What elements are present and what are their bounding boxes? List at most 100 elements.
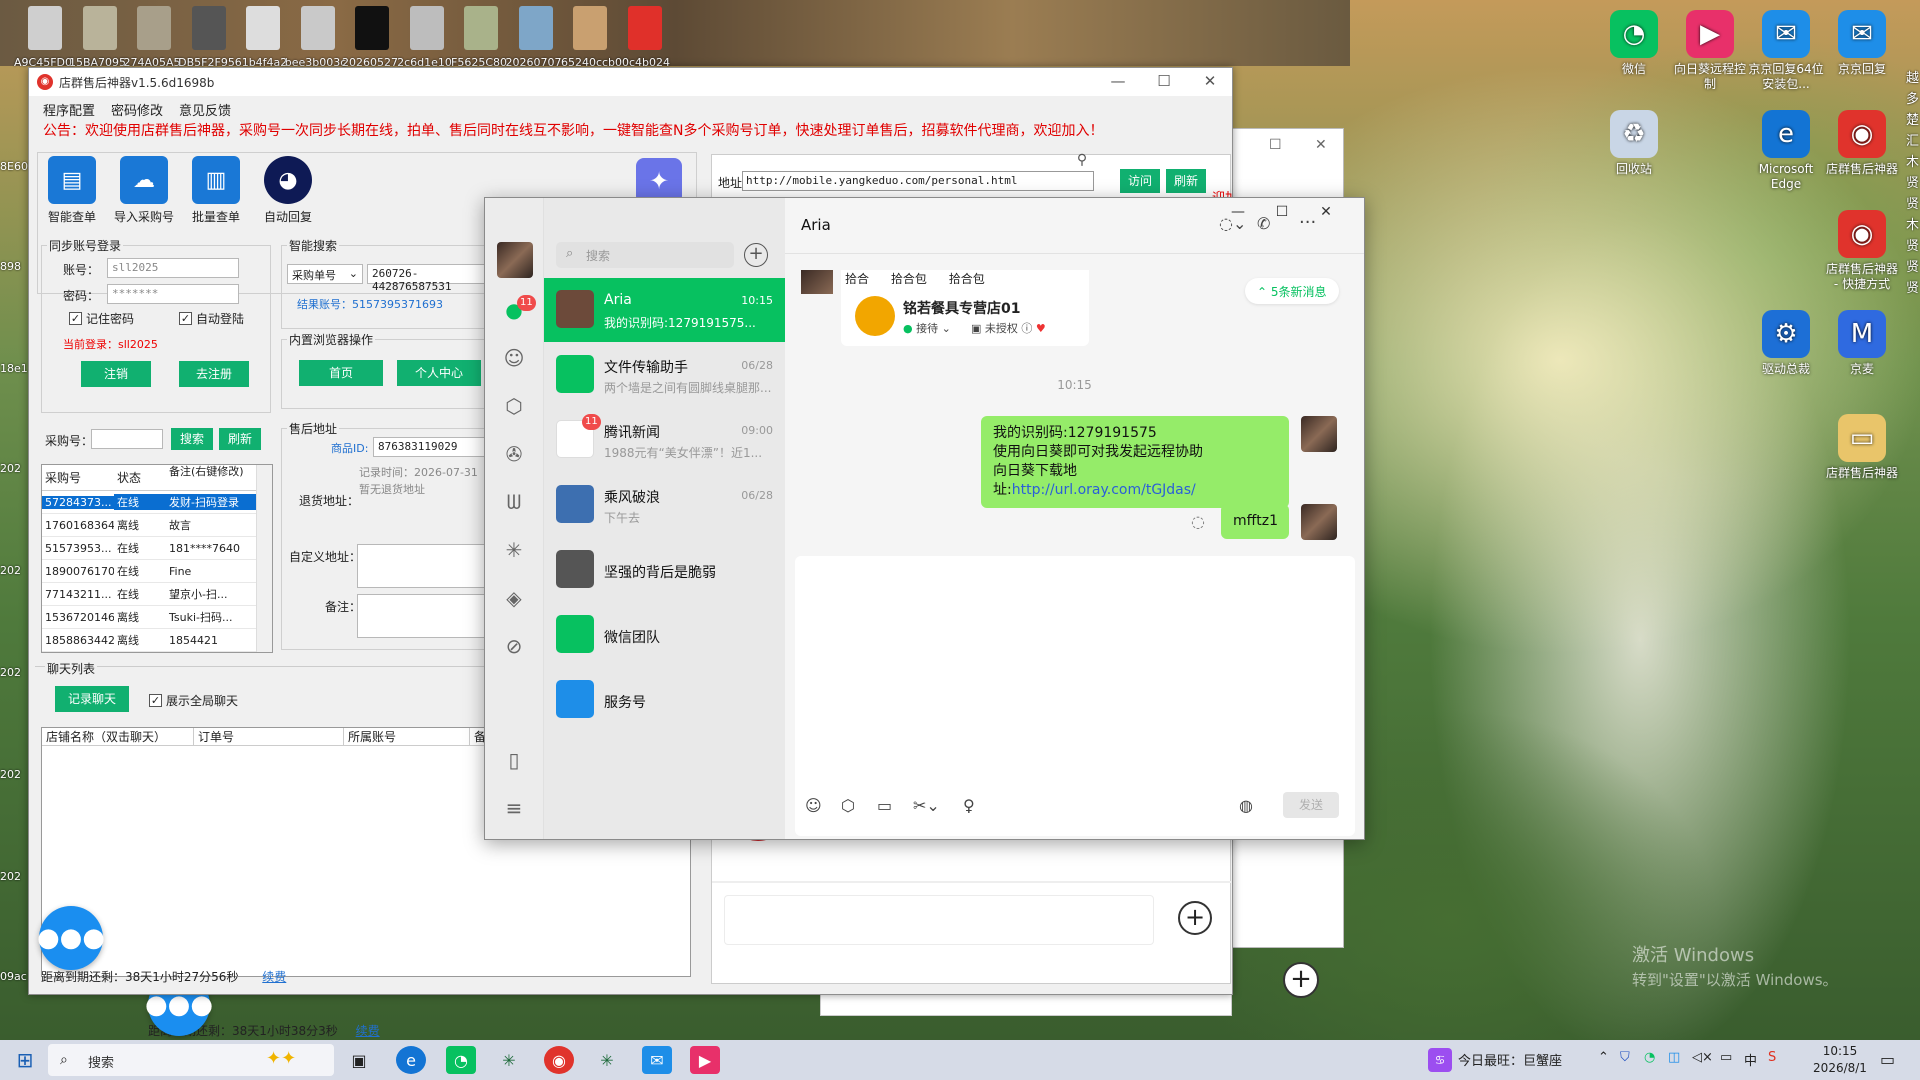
purchase-input[interactable] [91, 429, 163, 449]
close-icon[interactable]: ✕ [1195, 72, 1225, 90]
desktop-file-thumbnail[interactable] [627, 6, 662, 50]
close-icon[interactable]: ✕ [1315, 137, 1327, 153]
close-icon[interactable]: ✕ [1313, 204, 1339, 220]
register-button[interactable]: 去注册 [179, 361, 249, 387]
notification-icon[interactable]: ▭ [1880, 1050, 1895, 1069]
pin-icon[interactable]: ⚲ [1069, 152, 1095, 168]
chat-float-icon[interactable]: ●●● [37, 906, 105, 970]
purchase-refresh-button[interactable]: 刷新 [219, 428, 261, 450]
auto-reply-button[interactable]: ◕ 自动回复 [253, 156, 323, 225]
table-scrollbar[interactable] [256, 465, 272, 652]
wechat-search-input[interactable]: 搜索 [556, 242, 734, 268]
minimize-icon[interactable]: — [1225, 204, 1251, 220]
browser-chat-input[interactable] [724, 895, 1154, 945]
desktop-file-thumbnail[interactable] [82, 6, 117, 50]
desktop-icon[interactable]: ✉ 京京回复64位安装包... [1748, 10, 1824, 92]
clock[interactable]: 10:15 2026/8/1 [1800, 1043, 1880, 1077]
discover-icon[interactable]: ✳ [502, 538, 526, 562]
task-view-icon[interactable]: ▣ [344, 1046, 374, 1074]
desktop-icon[interactable]: M 京麦 [1824, 310, 1900, 377]
add-icon[interactable]: + [1178, 901, 1212, 935]
home-button[interactable]: 首页 [299, 360, 383, 386]
channels-icon[interactable]: ᗯ [502, 490, 526, 514]
wechat-taskbar-icon[interactable]: ◔ [446, 1046, 476, 1074]
purchase-search-button[interactable]: 搜索 [171, 428, 213, 450]
phone-icon[interactable]: ▯ [502, 748, 526, 772]
app-tray-icon[interactable]: ◫ [1668, 1050, 1680, 1065]
desktop-file-thumbnail[interactable] [28, 6, 62, 50]
autologin-checkbox[interactable]: ✓ 自动登陆 [179, 310, 244, 327]
menu-feedback[interactable]: 意见反馈 [179, 100, 231, 119]
volume-muted-icon[interactable]: ◁× [1692, 1050, 1713, 1065]
windows-start-icon[interactable]: ⊞ [10, 1046, 40, 1074]
desktop-file-thumbnail[interactable] [355, 6, 389, 50]
menu-config[interactable]: 程序配置 [43, 100, 95, 119]
desktop-file-thumbnail[interactable] [409, 6, 444, 50]
scissors-icon[interactable]: ✂⌄ [913, 796, 940, 815]
record-chat-button[interactable]: 记录聊天 [55, 686, 129, 712]
conversation-item[interactable]: 乘风破浪 06/28 下午去 [544, 473, 785, 537]
behind-renew-link[interactable]: 续费 [356, 1024, 380, 1038]
personal-center-button[interactable]: 个人中心 [397, 360, 481, 386]
desktop-icon[interactable]: ◉ 店群售后神器 [1824, 110, 1900, 177]
message-input[interactable]: ☺ ⬡ ▭ ✂⌄ ♀ ◍ 发送 [795, 556, 1355, 836]
mini-program-icon[interactable]: ◈ [502, 586, 526, 610]
desktop-icon[interactable]: ♻ 回收站 [1596, 110, 1672, 177]
app-taskbar-icon[interactable]: ✳ [494, 1046, 524, 1074]
maximize-icon[interactable]: ☐ [1269, 137, 1282, 153]
maximize-icon[interactable]: ☐ [1269, 204, 1295, 220]
folder-icon[interactable]: ▭ [877, 796, 892, 815]
show-all-chat-checkbox[interactable]: ✓ 展示全局聊天 [149, 692, 238, 709]
desktop-icon[interactable]: e Microsoft Edge [1748, 110, 1824, 192]
edge-taskbar-icon[interactable]: e [396, 1046, 426, 1074]
my-avatar[interactable] [497, 242, 533, 278]
visit-button[interactable]: 访问 [1120, 169, 1160, 193]
emoji-icon[interactable]: ☺ [805, 796, 822, 815]
table-row[interactable]: 57284373... 在线 发财-扫码登录 [42, 491, 272, 514]
batch-query-button[interactable]: ▥ 批量查单 [181, 156, 251, 225]
table-row[interactable]: 77143211... 在线 望京小-扫... [42, 583, 272, 606]
desktop-icon[interactable]: ▭ 店群售后神器 [1824, 414, 1900, 481]
desktop-file-thumbnail[interactable] [573, 6, 607, 50]
desktop-file-thumbnail[interactable] [137, 6, 171, 50]
conversation-item[interactable]: 腾讯新闻 09:00 1988元有“美女伴漂”！近1... [544, 408, 785, 472]
renew-link[interactable]: 续费 [262, 970, 286, 984]
address-input[interactable]: http://mobile.yangkeduo.com/personal.htm… [742, 171, 1094, 191]
new-messages-pill[interactable]: ⌃ 5条新消息 [1245, 278, 1339, 304]
maximize-icon[interactable]: ☐ [1149, 72, 1179, 90]
shield-icon[interactable]: ⛉ [1620, 1050, 1630, 1065]
ime-indicator[interactable]: 中 [1744, 1050, 1757, 1069]
conversation-item[interactable]: 坚强的背后是脆弱 [544, 538, 785, 602]
microphone-icon[interactable]: ♀ [963, 796, 975, 815]
table-row[interactable]: 51573953... 在线 181****7640 [42, 537, 272, 560]
remember-checkbox[interactable]: ✓ 记住密码 [69, 310, 134, 327]
account-field[interactable]: sll2025 [107, 258, 239, 278]
conversation-item[interactable]: 微信团队 [544, 603, 785, 667]
desktop-icon[interactable]: ◔ 微信 [1596, 10, 1672, 77]
add-chat-icon[interactable]: + [744, 243, 768, 267]
desktop-file-thumbnail[interactable] [464, 6, 498, 50]
conversation-item[interactable]: 文件传输助手 06/28 两个墙是之间有圆脚线桌腿那... [544, 343, 785, 407]
network-icon[interactable]: ▭ [1720, 1050, 1732, 1065]
jingjing-taskbar-icon[interactable]: ✉ [642, 1046, 672, 1074]
minimize-icon[interactable]: — [1103, 72, 1133, 90]
conversation-item[interactable]: 服务号 [544, 668, 785, 732]
product-id-field[interactable]: 876383119029 [373, 437, 497, 457]
desktop-icon[interactable]: ⚙ 驱动总裁 [1748, 310, 1824, 377]
shop-card[interactable]: 拾合 拾合包 拾合包 铭若餐具专营店01 ● 接待 ⌄ ▣ 未授权 ⓘ ♥ [841, 270, 1089, 346]
import-button[interactable]: ☁ 导入采购号 [109, 156, 179, 225]
moments-icon[interactable]: ✇ [502, 442, 526, 466]
logout-button[interactable]: 注销 [81, 361, 151, 387]
favorites-icon[interactable]: ⬡ [502, 394, 526, 418]
voice-call-icon[interactable]: ◍ [1239, 796, 1253, 815]
horoscope-icon[interactable]: ♋ [1428, 1048, 1452, 1072]
browser-refresh-button[interactable]: 刷新 [1166, 169, 1206, 193]
table-row[interactable]: 18900761703在线 Fine [42, 560, 272, 583]
link-icon[interactable]: ⊘ [502, 634, 526, 658]
app2-taskbar-icon[interactable]: ✳ [592, 1046, 622, 1074]
tool-taskbar-icon[interactable]: ◉ [544, 1046, 574, 1074]
sticker-icon[interactable]: ⬡ [841, 796, 855, 815]
behind-add-icon[interactable]: + [1283, 962, 1319, 998]
table-row[interactable]: 18588634421离线 1854421 [42, 629, 272, 652]
desktop-icon[interactable]: ▶ 向日葵远程控制 [1672, 10, 1748, 92]
